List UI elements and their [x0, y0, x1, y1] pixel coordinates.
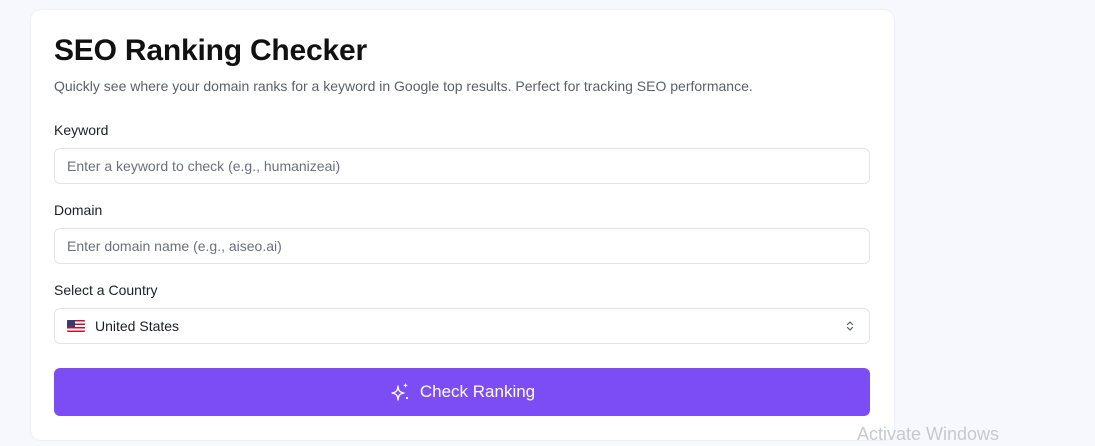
check-ranking-button[interactable]: Check Ranking [54, 368, 870, 416]
page-subtitle: Quickly see where your domain ranks for … [54, 78, 753, 94]
keyword-field [54, 148, 870, 184]
page-title: SEO Ranking Checker [54, 34, 367, 67]
country-select[interactable]: United States [54, 308, 870, 344]
us-flag-icon [67, 320, 85, 332]
country-label: Select a Country [54, 282, 158, 298]
check-ranking-label: Check Ranking [419, 382, 536, 401]
keyword-input[interactable] [55, 149, 869, 183]
seo-checker-card: SEO Ranking Checker Quickly see where yo… [31, 10, 894, 440]
chevron-up-down-icon [846, 321, 854, 331]
country-select-value: United States [95, 318, 180, 334]
keyword-label: Keyword [54, 122, 109, 138]
sparkle-icon [391, 382, 409, 401]
domain-field [54, 228, 870, 264]
windows-activation-watermark: Activate Windows [857, 424, 1000, 444]
domain-label: Domain [54, 202, 103, 218]
domain-input[interactable] [55, 229, 869, 263]
